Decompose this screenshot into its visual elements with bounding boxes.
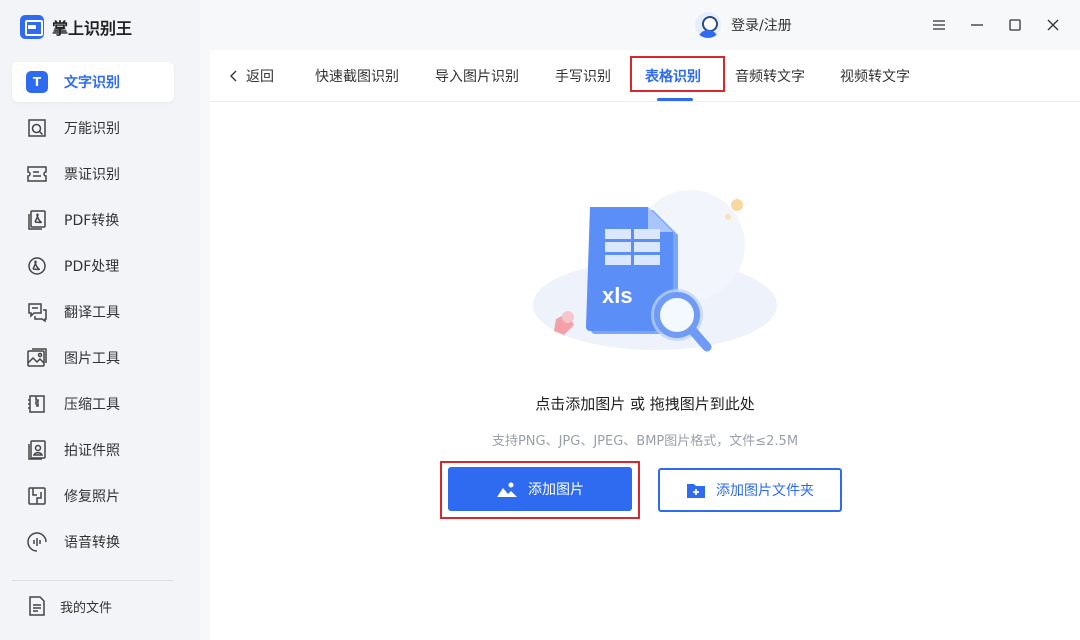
tab-import-image[interactable]: 导入图片识别 [435, 64, 519, 88]
sidebar-item-text-recognition[interactable]: T 文字识别 [12, 62, 174, 102]
sidebar-item-voice-convert[interactable]: 语音转换 [12, 522, 174, 562]
title-bar: 登录/注册 [200, 0, 1080, 50]
supported-formats-text: 支持PNG、JPG、JPEG、BMP图片格式，文件≤2.5M [491, 434, 799, 449]
pdf-convert-icon [24, 207, 50, 233]
upload-hint: 点击添加图片 或 拖拽图片到此处 [535, 395, 755, 413]
tab-video-to-text[interactable]: 视频转文字 [840, 64, 910, 88]
sidebar-item-compress[interactable]: 压缩工具 [12, 384, 174, 424]
chevron-left-icon [230, 70, 237, 82]
sidebar-item-my-files[interactable]: 我的文件 [12, 586, 174, 626]
add-image-button[interactable]: 添加图片 [448, 467, 632, 511]
sidebar-item-label: 我的文件 [60, 600, 113, 616]
photo-repair-icon [24, 483, 50, 509]
menu-icon [933, 20, 945, 30]
sidebar-item-label: 图片工具 [64, 351, 120, 367]
login-button[interactable]: 登录/注册 [695, 10, 792, 40]
avatar-icon [695, 12, 721, 38]
sidebar-item-label: 文字识别 [64, 75, 120, 91]
text-recognition-icon: T [24, 69, 50, 95]
tab-quick-screenshot[interactable]: 快速截图识别 [315, 64, 399, 88]
xls-file-illustration: xls [533, 190, 777, 352]
pdf-process-icon [24, 253, 50, 279]
maximize-icon [1009, 19, 1021, 31]
file-icon [24, 593, 50, 619]
sidebar-item-id-photo[interactable]: 拍证件照 [12, 430, 174, 470]
ticket-icon [24, 161, 50, 187]
tab-bar: 返回 快速截图识别 导入图片识别 手写识别 表格识别 音频转文字 视频转文字 [210, 50, 1080, 102]
sidebar-item-image-tool[interactable]: 图片工具 [12, 338, 174, 378]
sidebar-item-pdf-process[interactable]: PDF处理 [12, 246, 174, 286]
sidebar-item-label: 票证识别 [64, 167, 120, 183]
sidebar-item-label: 压缩工具 [64, 397, 120, 413]
sidebar-item-label: 万能识别 [64, 121, 120, 137]
sidebar-item-label: 翻译工具 [64, 305, 120, 321]
content-area: 返回 快速截图识别 导入图片识别 手写识别 表格识别 音频转文字 视频转文字 x… [210, 50, 1080, 640]
app-brand: 掌上识别王 [20, 13, 132, 41]
sidebar-divider [12, 580, 174, 581]
add-image-label: 添加图片 [528, 482, 584, 498]
sidebar-item-label: 语音转换 [64, 535, 120, 551]
app-logo-icon [20, 15, 44, 39]
sidebar-item-translate[interactable]: 翻译工具 [12, 292, 174, 332]
universal-scan-icon [24, 115, 50, 141]
folder-add-icon [687, 484, 705, 498]
sidebar-item-label: PDF处理 [64, 259, 120, 275]
image-icon [497, 482, 517, 497]
maximize-button[interactable] [1002, 12, 1028, 38]
sidebar-item-label: 修复照片 [64, 489, 120, 505]
compress-icon [24, 391, 50, 417]
sidebar-item-label: 拍证件照 [64, 443, 120, 459]
minimize-button[interactable] [964, 12, 990, 38]
tab-audio-to-text[interactable]: 音频转文字 [735, 64, 805, 88]
add-folder-label: 添加图片文件夹 [716, 483, 814, 499]
sidebar: 掌上识别王 T 文字识别 万能识别 票证识别 PDF转换 PDF处理 翻译工具 … [0, 0, 200, 640]
back-button[interactable]: 返回 [228, 64, 274, 88]
minimize-icon [971, 24, 983, 26]
sidebar-item-label: PDF转换 [64, 213, 120, 229]
add-folder-button[interactable]: 添加图片文件夹 [658, 468, 842, 512]
voice-convert-icon [24, 529, 50, 555]
close-button[interactable] [1040, 12, 1066, 38]
tab-handwriting[interactable]: 手写识别 [555, 64, 611, 88]
id-photo-icon [24, 437, 50, 463]
sidebar-item-ticket[interactable]: 票证识别 [12, 154, 174, 194]
translate-icon [24, 299, 50, 325]
active-tab-indicator [657, 98, 693, 101]
sidebar-item-pdf-convert[interactable]: PDF转换 [12, 200, 174, 240]
main-panel: 登录/注册 返回 快速截图识别 导入图片识别 手写识别 表格识别 音频转文字 视… [200, 0, 1080, 640]
app-name: 掌上识别王 [52, 19, 133, 38]
back-label: 返回 [246, 69, 274, 85]
close-icon [1047, 19, 1059, 31]
menu-button[interactable] [926, 12, 952, 38]
image-tool-icon [24, 345, 50, 371]
highlight-box-tab [630, 56, 725, 92]
login-label: 登录/注册 [731, 18, 792, 34]
sidebar-item-photo-repair[interactable]: 修复照片 [12, 476, 174, 516]
sidebar-item-universal[interactable]: 万能识别 [12, 108, 174, 148]
illustration-text: xls [602, 283, 633, 308]
